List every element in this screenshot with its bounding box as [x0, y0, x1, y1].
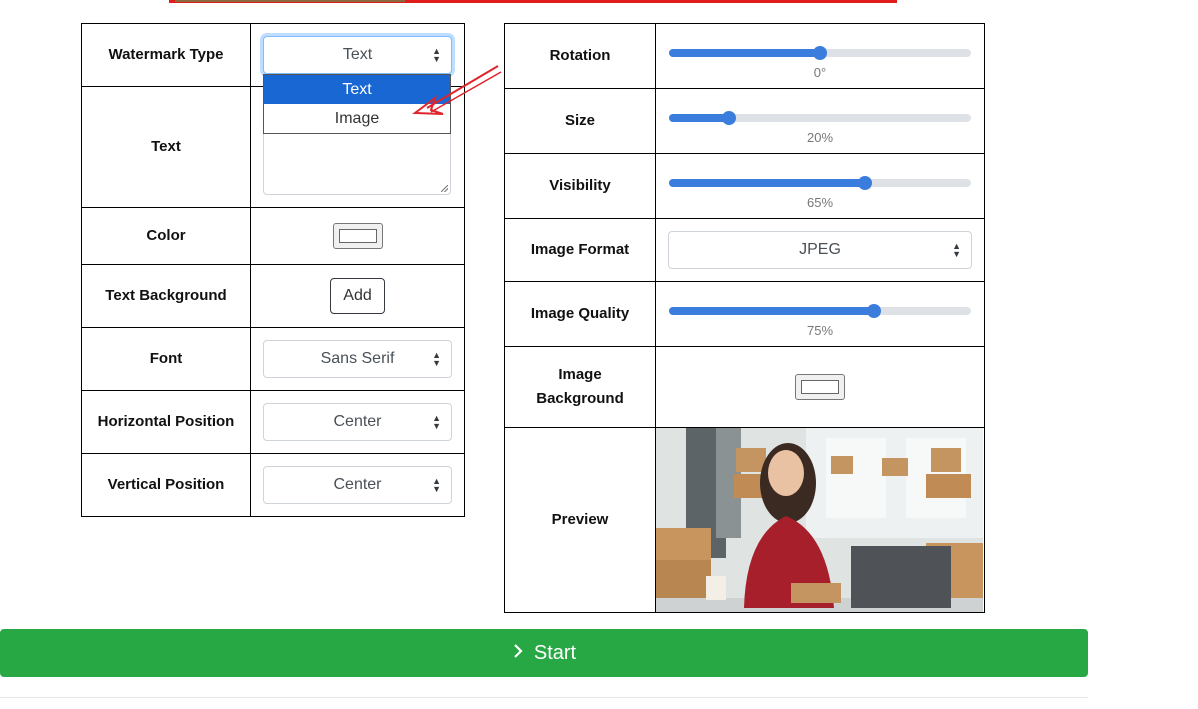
color-picker[interactable] [332, 223, 383, 249]
top-image-strip [169, 0, 897, 3]
rotation-slider[interactable] [669, 33, 971, 71]
text-label: Text [81, 86, 251, 208]
image-format-select[interactable]: JPEG ▲ ▼ [668, 231, 972, 269]
image-background-label-line1: Image [558, 366, 602, 383]
slider-thumb[interactable] [722, 110, 737, 125]
vertical-position-label: Vertical Position [81, 453, 251, 517]
add-text-background-button[interactable]: Add [330, 278, 385, 314]
image-settings-table: Rotation 0° Size 20% Visibility 65% Imag… [504, 23, 985, 613]
watermark-type-label: Watermark Type [81, 23, 251, 87]
select-arrows-icon: ▲ ▼ [952, 241, 961, 259]
watermark-text-input[interactable] [263, 133, 451, 195]
horizontal-position-value: Center [333, 413, 382, 430]
divider [0, 697, 1088, 698]
visibility-slider[interactable] [669, 163, 971, 201]
image-format-label: Image Format [504, 218, 656, 282]
select-arrows-icon: ▲ ▼ [432, 350, 441, 368]
image-background-color-picker[interactable] [795, 374, 845, 400]
image-quality-slider[interactable] [669, 291, 971, 329]
select-arrows-icon: ▲ ▼ [432, 413, 441, 431]
chevron-right-icon [512, 629, 524, 677]
preview-image [656, 428, 983, 612]
text-background-label: Text Background [81, 264, 251, 328]
size-slider[interactable] [669, 98, 971, 136]
preview-label: Preview [504, 427, 656, 613]
vertical-position-value: Center [333, 476, 382, 493]
horizontal-position-label: Horizontal Position [81, 390, 251, 454]
start-button-label: Start [533, 642, 577, 664]
font-label: Font [81, 327, 251, 391]
slider-thumb[interactable] [813, 45, 827, 60]
image-format-value: JPEG [799, 241, 841, 258]
horizontal-position-select[interactable]: Center ▲ ▼ [263, 403, 452, 441]
slider-thumb[interactable] [858, 175, 873, 190]
resize-grip-icon[interactable] [441, 185, 448, 192]
rotation-label: Rotation [504, 23, 656, 89]
image-background-label-line2: Background [536, 390, 624, 407]
font-value: Sans Serif [320, 350, 395, 367]
visibility-label: Visibility [504, 153, 656, 219]
start-button[interactable]: Start [0, 629, 1088, 677]
vertical-position-select[interactable]: Center ▲ ▼ [263, 466, 452, 504]
watermark-type-value: Text [342, 46, 373, 63]
annotation-arrow-icon [412, 65, 502, 115]
slider-thumb[interactable] [867, 303, 882, 318]
size-label: Size [504, 88, 656, 154]
select-arrows-icon: ▲ ▼ [432, 476, 441, 494]
image-background-label: Image Background [504, 346, 656, 428]
image-quality-label: Image Quality [504, 281, 656, 347]
font-select[interactable]: Sans Serif ▲ ▼ [263, 340, 452, 378]
color-label: Color [81, 207, 251, 265]
